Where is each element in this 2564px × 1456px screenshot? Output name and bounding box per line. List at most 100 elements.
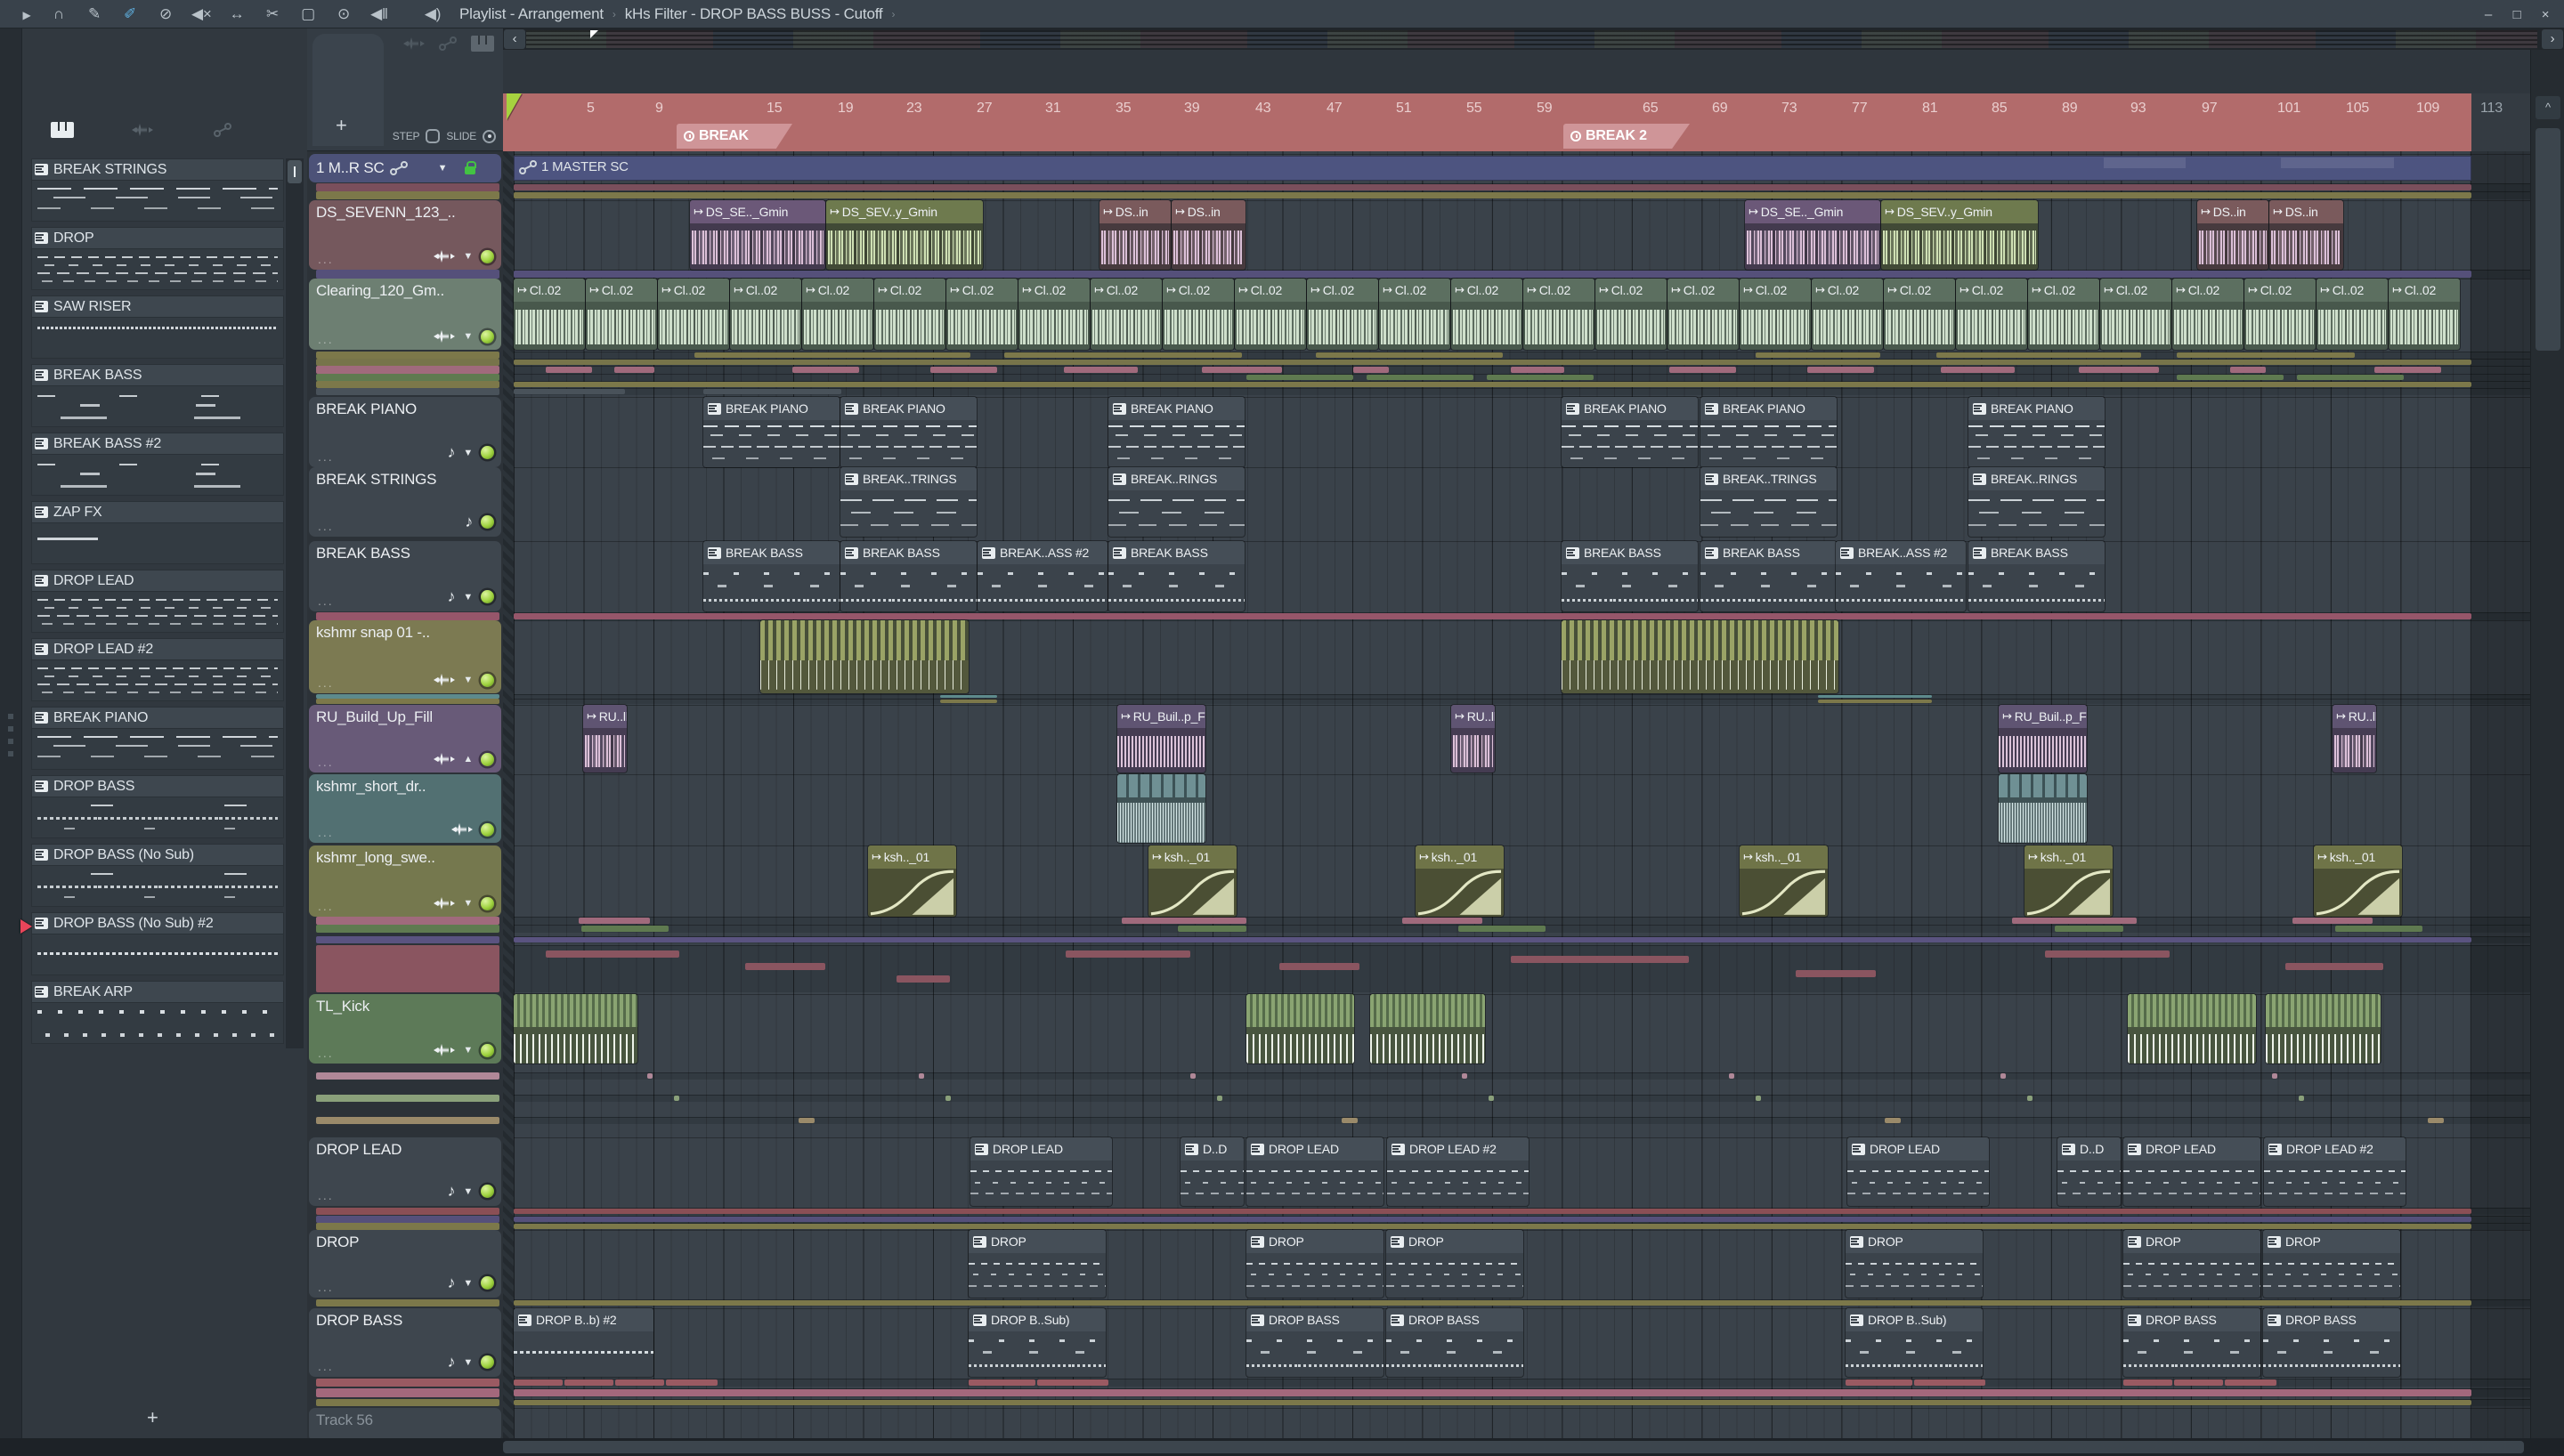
pattern-clip-drop-lead[interactable]: DROP LEAD — [970, 1137, 1112, 1206]
collapsed-track-auto-olive-6[interactable] — [316, 1399, 499, 1406]
close-button[interactable]: × — [2534, 7, 2557, 22]
automation-clip[interactable] — [514, 389, 625, 394]
automation-clip[interactable] — [564, 1379, 613, 1386]
pattern-clip-drop-lead[interactable]: DROP LEAD — [1246, 1137, 1383, 1206]
chevron-down-icon[interactable]: ▼ — [463, 898, 473, 909]
pattern-clip-tl-kick[interactable] — [1370, 994, 1485, 1064]
collapsed-track-auto-maroon-1[interactable] — [316, 183, 499, 191]
collapsed-track-auto-dots-1[interactable] — [316, 1072, 499, 1080]
collapsed-track-auto-olive-4[interactable] — [316, 1223, 499, 1230]
track-mute-led[interactable] — [481, 329, 494, 344]
automation-clip[interactable] — [2285, 963, 2383, 970]
chevron-down-icon[interactable]: ▼ — [463, 448, 473, 458]
audio-clip-cl-02[interactable]: ↦ Cl..02 — [1812, 279, 1883, 350]
track-menu-dots[interactable]: ... — [318, 825, 334, 839]
track-header-track56[interactable]: Track 56 — [309, 1408, 501, 1442]
pattern-clip-drop[interactable]: DROP — [1386, 1230, 1523, 1298]
automation-clip[interactable] — [2000, 1073, 2006, 1079]
pattern-clip-break-ass-2[interactable]: BREAK..ASS #2 — [978, 541, 1108, 611]
chevron-down-icon[interactable]: ▼ — [463, 1357, 473, 1368]
track-header-kshmr-snap[interactable]: kshmr snap 01 -..... ▼ — [309, 620, 501, 693]
audio-clip-ru-buil-p-fill[interactable]: ↦ RU_Buil..p_Fill — [1117, 705, 1205, 772]
automation-clip[interactable] — [1202, 367, 1282, 373]
automation-clip[interactable] — [897, 975, 950, 983]
corner-tab-audio-icon[interactable] — [403, 36, 425, 52]
automation-clip[interactable] — [514, 271, 2471, 278]
pattern-item-break-bass-2[interactable]: BREAK BASS #2 — [31, 433, 284, 496]
automation-clip[interactable] — [1458, 926, 1546, 932]
pattern-clip-drop-bass[interactable]: DROP BASS — [1386, 1308, 1523, 1377]
automation-clip[interactable] — [1936, 352, 2141, 358]
automation-clip[interactable] — [2123, 1379, 2172, 1386]
automation-clip[interactable] — [1818, 695, 1932, 698]
pattern-clip-drop-bass[interactable]: DROP BASS — [2263, 1308, 2400, 1377]
pattern-clip-drop-bass[interactable]: DROP BASS — [2123, 1308, 2260, 1377]
corner-tab-patterns-icon[interactable] — [471, 36, 494, 52]
track-header-master[interactable]: 1 M..R SC ▼ — [309, 154, 501, 182]
chevron-up-icon[interactable]: ▲ — [463, 754, 473, 764]
pattern-clip-kshmr-snap[interactable] — [760, 620, 969, 693]
audio-clip-ds-in[interactable]: ↦ DS..in — [1099, 200, 1171, 270]
track-header-break-piano[interactable]: BREAK PIANO... ♪ ▼ — [309, 397, 501, 467]
automation-clip[interactable] — [930, 367, 997, 373]
pattern-clip-break-ass-2[interactable]: BREAK..ASS #2 — [1836, 541, 1966, 611]
audio-clip-ds-se-gmin[interactable]: ↦ DS_SE.._Gmin — [690, 200, 825, 270]
automation-clip[interactable] — [1489, 1096, 1494, 1101]
automation-clip[interactable] — [1342, 1118, 1358, 1123]
automation-clip[interactable] — [1846, 1379, 1912, 1386]
audio-clip-ru-ll[interactable]: ↦ RU..ll — [583, 705, 627, 772]
collapsed-track-auto-pink-segs[interactable] — [316, 366, 499, 374]
pattern-clip-break-rings[interactable]: BREAK..RINGS — [1968, 467, 2105, 537]
audio-clip-ru-ll[interactable]: ↦ RU..ll — [2333, 705, 2376, 772]
pattern-clip-break-rings[interactable]: BREAK..RINGS — [1108, 467, 1245, 537]
track-mute-led[interactable] — [481, 446, 494, 459]
pattern-item-drop-bass-no-sub[interactable]: DROP BASS (No Sub) — [31, 844, 284, 907]
chevron-down-icon[interactable]: ▼ — [463, 251, 473, 262]
pattern-clip-drop-lead[interactable]: DROP LEAD — [2123, 1137, 2260, 1206]
pattern-clip-drop[interactable]: DROP — [1846, 1230, 1983, 1298]
audio-clip-cl-02[interactable]: ↦ Cl..02 — [1307, 279, 1378, 350]
audio-clip-cl-02[interactable]: ↦ Cl..02 — [1235, 279, 1306, 350]
chevron-down-icon[interactable]: ▼ — [463, 331, 473, 342]
automation-clip[interactable] — [969, 1379, 1035, 1386]
automation-clip[interactable] — [799, 1118, 815, 1123]
automation-clip[interactable] — [745, 963, 825, 970]
pattern-clip-break-piano[interactable]: BREAK PIANO — [703, 397, 840, 467]
automation-clip[interactable] — [614, 367, 654, 373]
automation-clip[interactable] — [1064, 367, 1138, 373]
track-header-ru-build[interactable]: RU_Build_Up_Fill... ▲ — [309, 705, 501, 772]
automation-clip[interactable] — [1279, 963, 1359, 970]
chevron-down-icon[interactable]: ▼ — [463, 1045, 473, 1056]
track-menu-dots[interactable]: ... — [318, 899, 334, 913]
collapsed-track-auto-olive-segs[interactable] — [316, 352, 499, 359]
picker-tab-patterns[interactable] — [22, 121, 102, 138]
mute-icon[interactable]: ◀× — [191, 5, 212, 23]
pattern-clip-drop-lead-2[interactable]: DROP LEAD #2 — [2264, 1137, 2406, 1206]
track-mute-led[interactable] — [481, 822, 494, 837]
audio-clip-cl-02[interactable]: ↦ Cl..02 — [2028, 279, 2099, 350]
automation-clip[interactable] — [945, 1096, 951, 1101]
track-header-drop[interactable]: DROP... ♪ ▼ — [309, 1230, 501, 1298]
playlist-navigator[interactable]: ‹ › — [503, 28, 2564, 50]
collapsed-track-auto-olive-3[interactable] — [316, 381, 499, 388]
pattern-clip-break-bass[interactable]: BREAK BASS — [703, 541, 840, 611]
audio-clip-cl-02[interactable]: ↦ Cl..02 — [1956, 279, 2027, 350]
pattern-clip-d-d[interactable]: D..D — [2057, 1137, 2121, 1206]
draw-pencil-icon[interactable]: ✎ — [85, 5, 104, 23]
automation-clip[interactable] — [581, 926, 669, 932]
automation-clip[interactable] — [674, 1096, 679, 1101]
chevron-down-icon[interactable]: ▼ — [463, 1278, 473, 1289]
track-menu-dots[interactable]: ... — [318, 1359, 334, 1373]
pattern-clip-tl-kick[interactable] — [2266, 994, 2381, 1064]
audio-clip-cl-02[interactable]: ↦ Cl..02 — [2389, 279, 2460, 350]
picker-add-button[interactable]: + — [147, 1406, 158, 1429]
pattern-clip-break-piano[interactable]: BREAK PIANO — [1700, 397, 1837, 467]
audio-clip-cl-02[interactable]: ↦ Cl..02 — [658, 279, 729, 350]
audio-clip-ds-se-gmin[interactable]: ↦ DS_SE.._Gmin — [1745, 200, 1880, 270]
automation-clip[interactable] — [2297, 375, 2404, 380]
track-header-drop-lead[interactable]: DROP LEAD... ♪ ▼ — [309, 1137, 501, 1206]
track-header-kshmr-short[interactable]: kshmr_short_dr..... — [309, 774, 501, 843]
playlist-grid[interactable]: 1 MASTER SC ↦ DS_SE.._Gmin ↦ DS_SEV..y_Gmin ↦… — [514, 151, 2564, 1438]
track-header-ds-sevenn[interactable]: DS_SEVENN_123_..... ▼ — [309, 200, 501, 270]
pattern-clip-drop-b-b-2[interactable]: DROP B..b) #2 — [514, 1308, 653, 1377]
